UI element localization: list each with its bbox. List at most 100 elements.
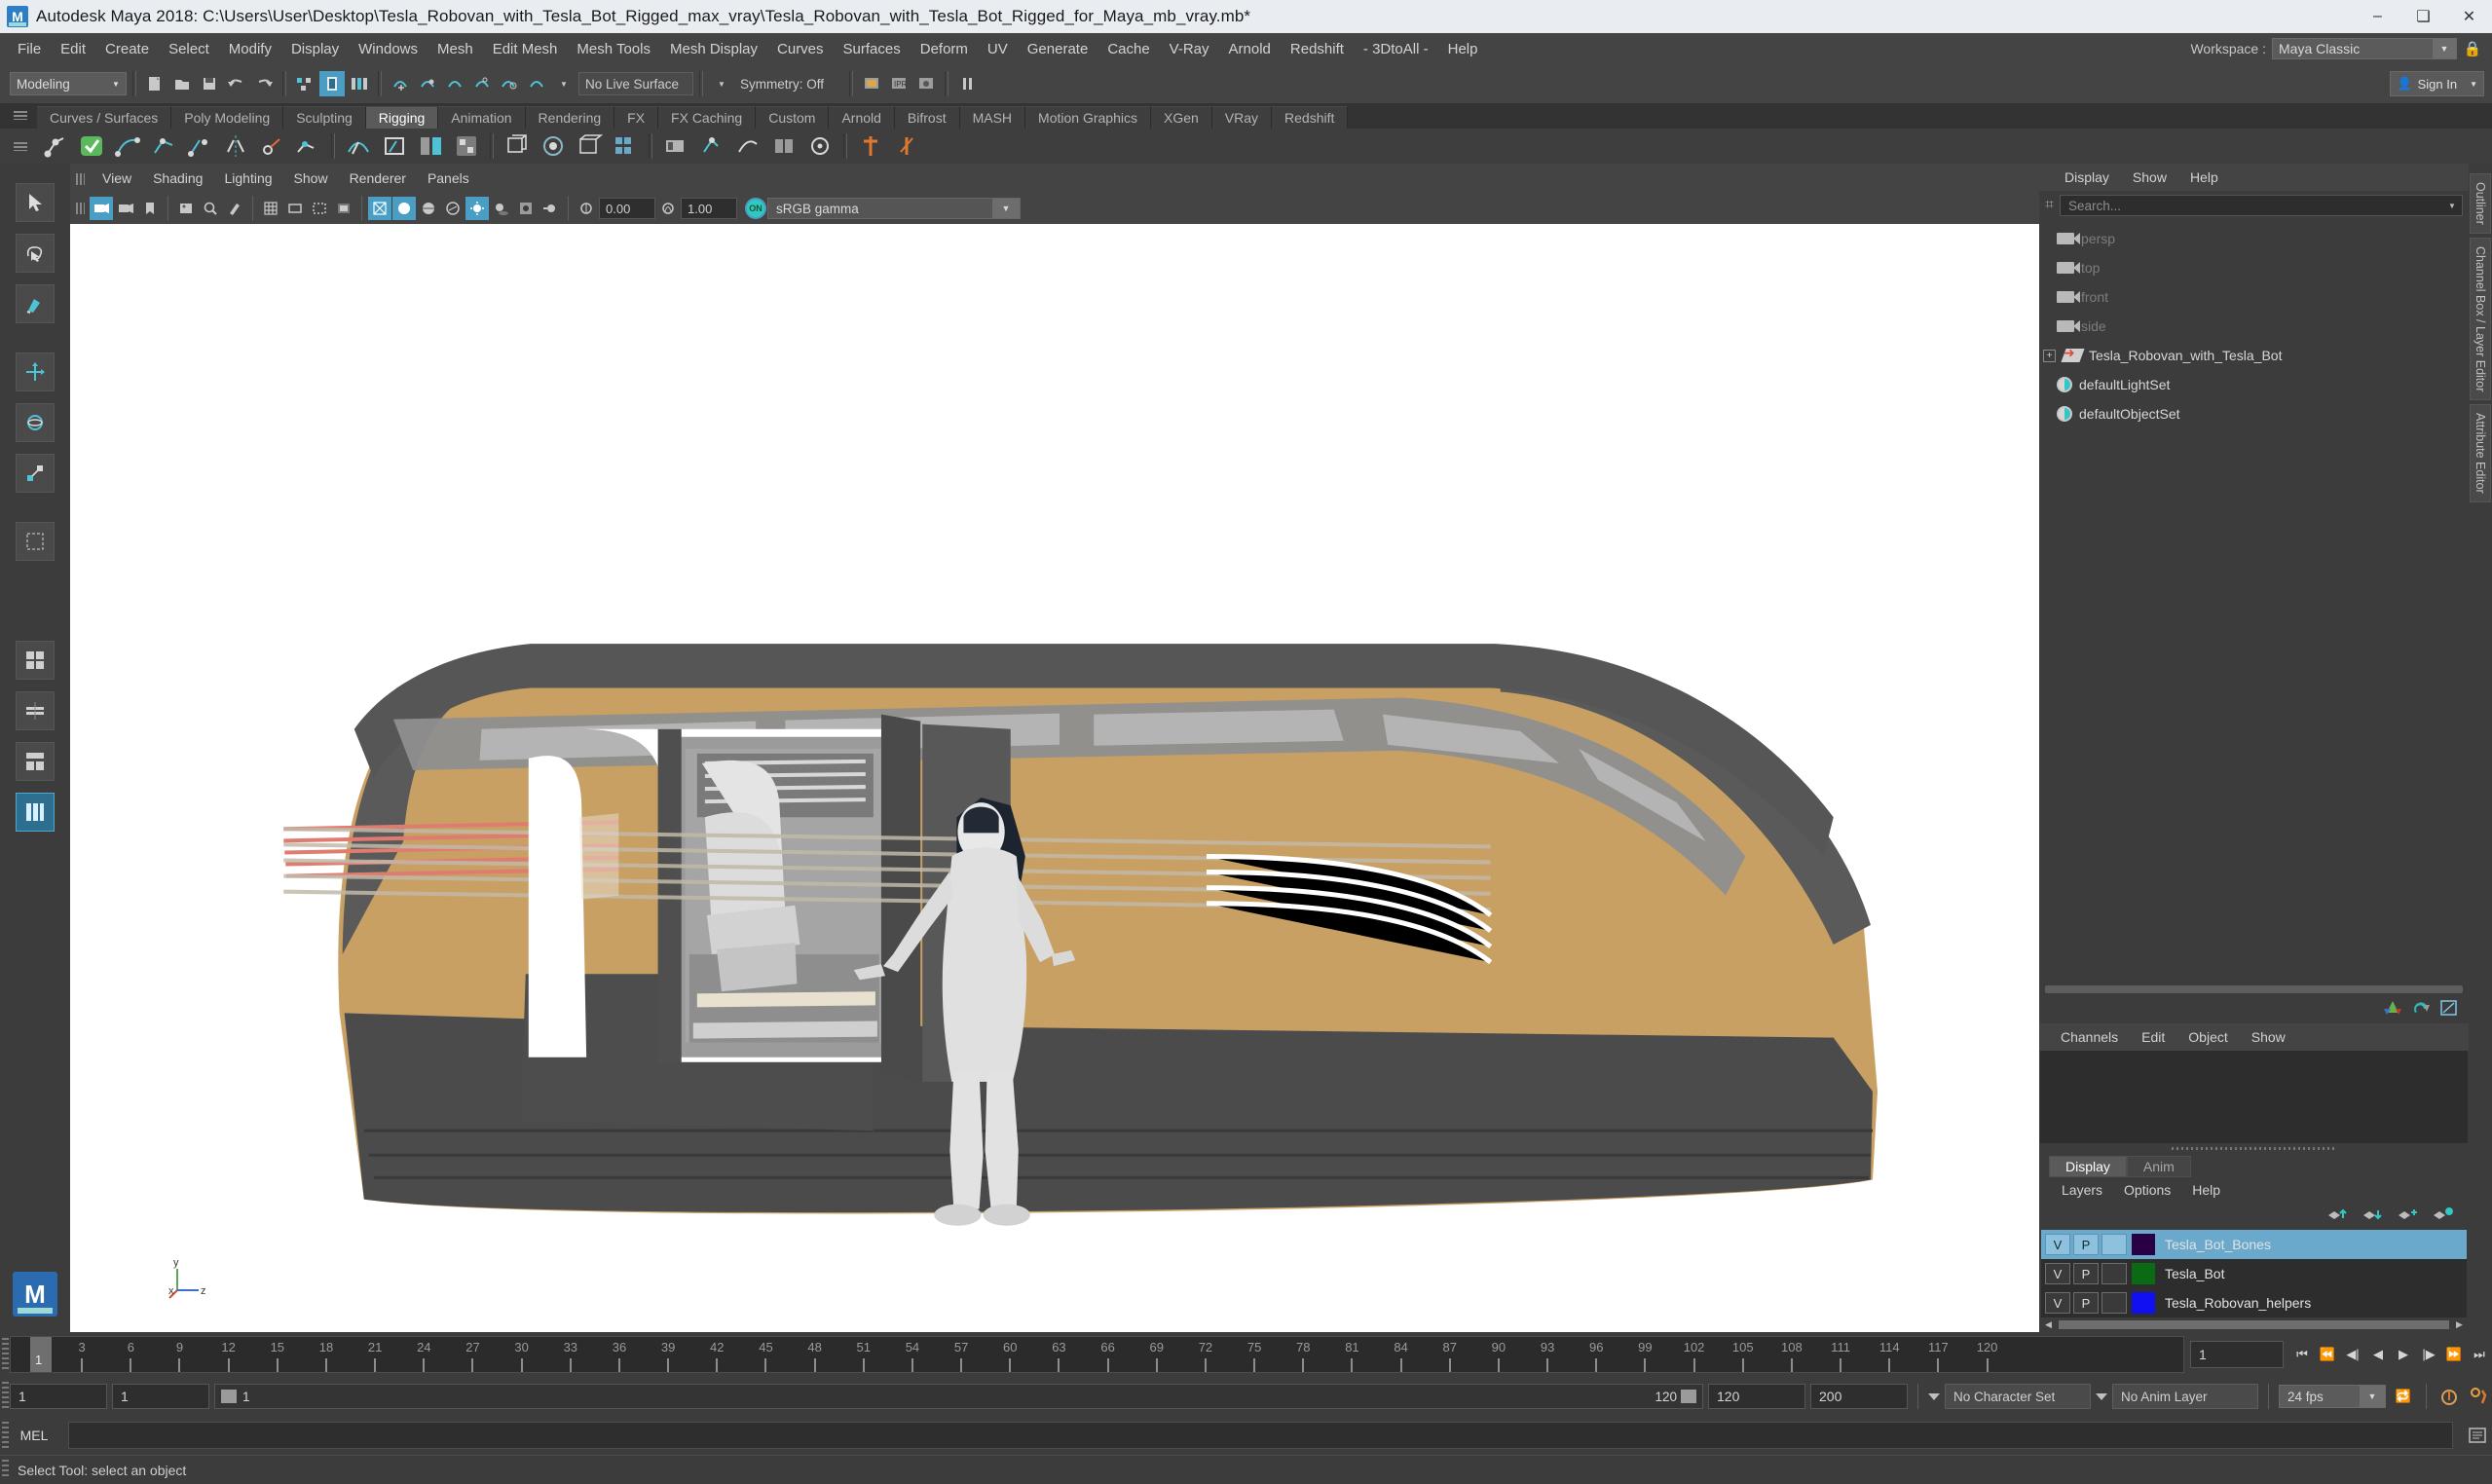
step-back-frame-icon[interactable]: ⏪ [2315,1342,2340,1367]
workspace-select[interactable]: Maya Classic ▼ [2272,38,2457,59]
outliner-horizontal-scrollbar[interactable] [2039,983,2469,996]
shelf-tab-rigging[interactable]: Rigging [365,106,439,129]
wireframe-icon[interactable] [368,197,391,220]
channel-box-icon[interactable] [2439,999,2459,1021]
layer-color-swatch[interactable] [2132,1263,2155,1284]
viewport-menu-show[interactable]: Show [283,167,339,189]
shelf-tab-xgen[interactable]: XGen [1150,106,1212,129]
orient-joint-icon[interactable] [255,130,288,163]
menu-3dtoall[interactable]: - 3DtoAll - [1354,37,1438,61]
use-all-lights-icon[interactable] [465,197,489,220]
layer-menu-help[interactable]: Help [2181,1180,2231,1200]
menu-modify[interactable]: Modify [219,37,281,61]
textured-icon[interactable] [441,197,465,220]
ik-spline-handle-icon[interactable] [111,130,144,163]
create-empty-layer-icon[interactable] [2397,1206,2420,1227]
layer-color-swatch[interactable] [2132,1292,2155,1314]
snap-to-grid-icon[interactable] [388,71,413,96]
scale-constraint-icon[interactable] [803,130,837,163]
select-by-component-icon[interactable] [347,71,372,96]
render-settings-icon[interactable] [913,71,939,96]
help-line-grip-icon[interactable] [2,1460,9,1479]
outliner-item[interactable]: defaultObjectSet [2039,399,2469,428]
menu-curves[interactable]: Curves [767,37,834,61]
outliner-search-icon[interactable]: ⌗ [2045,197,2054,214]
snap-to-view-plane-icon[interactable] [497,71,522,96]
create-layer-from-selected-icon[interactable] [2432,1206,2455,1227]
range-slider[interactable]: 1 120 [214,1384,1703,1409]
select-camera-icon[interactable] [90,197,113,220]
range-slider-grip-icon[interactable] [2,1382,9,1411]
step-forward-frame-icon[interactable]: ⏩ [2441,1342,2467,1367]
channelbox-menu-show[interactable]: Show [2240,1026,2297,1048]
toolbar-grip-icon[interactable] [76,203,85,214]
scale-tool[interactable] [14,448,56,499]
shelf-tab-poly-modeling[interactable]: Poly Modeling [171,106,284,129]
ipr-render-icon[interactable]: IPR [886,71,911,96]
parent-constraint-icon[interactable] [659,130,692,163]
channelbox-menu-channels[interactable]: Channels [2049,1026,2130,1048]
anim-layer-arrow-icon[interactable] [2096,1392,2107,1400]
playback-start-field[interactable]: 1 [112,1384,209,1409]
time-cursor[interactable]: 1 [30,1337,52,1372]
step-forward-key-icon[interactable]: |▶ [2416,1342,2441,1367]
menu-help[interactable]: Help [1438,37,1488,61]
point-constraint-icon[interactable] [695,130,728,163]
anim-layer-field[interactable]: No Anim Layer [2112,1384,2258,1409]
menu-mesh[interactable]: Mesh [428,37,483,61]
layer-playback-toggle[interactable]: P [2073,1292,2099,1314]
shelf-tab-redshift[interactable]: Redshift [1272,106,1349,129]
snap-to-point-icon[interactable] [442,71,467,96]
outliner-menu-help[interactable]: Help [2178,167,2230,188]
viewport-3d[interactable]: y z x [70,224,2039,1332]
four-view-layout[interactable] [14,635,56,686]
shelf-tab-rendering[interactable]: Rendering [525,106,615,129]
layer-row[interactable]: V P Tesla_Robovan_helpers [2041,1288,2467,1317]
paint-skin-weights-icon[interactable] [450,130,483,163]
menuset-dropdown[interactable]: Modeling ▼ [10,72,127,95]
two-d-pan-zoom-icon[interactable] [199,197,222,220]
shelf-tab-mash[interactable]: MASH [959,106,1026,129]
attribute-editor-icon[interactable] [2411,999,2431,1021]
shelf-tab-vray[interactable]: VRay [1211,106,1273,129]
lock-icon[interactable]: 🔒 [2463,38,2482,59]
shelf-tab-arnold[interactable]: Arnold [829,106,895,129]
joint-tool-icon[interactable] [39,130,72,163]
insert-joint-icon[interactable] [183,130,216,163]
connect-joint-icon[interactable] [291,130,324,163]
shelf-tab-animation[interactable]: Animation [438,106,526,129]
tab-attribute-editor[interactable]: Attribute Editor [2470,404,2491,502]
detach-skin-icon[interactable] [414,130,447,163]
character-set-arrow-icon[interactable] [1928,1392,1940,1400]
menu-surfaces[interactable]: Surfaces [834,37,911,61]
orient-constraint-icon[interactable] [767,130,800,163]
set-driven-key-icon[interactable] [890,130,923,163]
persp-outliner-layout[interactable] [14,686,56,736]
menu-cache[interactable]: Cache [1097,37,1159,61]
search-input[interactable]: Search... ▼ [2060,195,2463,216]
shelf-tab-curves-surfaces[interactable]: Curves / Surfaces [37,106,172,129]
expand-icon[interactable]: + [2043,349,2056,362]
play-forwards-icon[interactable]: ▶ [2391,1342,2416,1367]
redo-icon[interactable] [251,71,277,96]
panel-splitter[interactable] [2039,1143,2469,1153]
menu-edit-mesh[interactable]: Edit Mesh [483,37,568,61]
layer-tab-display[interactable]: Display [2049,1156,2127,1177]
snap-to-curve-icon[interactable] [415,71,440,96]
anim-start-field[interactable]: 1 [10,1384,107,1409]
gamma-field[interactable]: 1.00 [681,198,737,219]
outliner-item[interactable]: top [2039,253,2469,282]
layer-visibility-toggle[interactable]: V [2045,1292,2070,1314]
set-key-icon[interactable] [854,130,887,163]
outliner-menu-display[interactable]: Display [2053,167,2121,188]
tab-outliner[interactable]: Outliner [2470,173,2491,234]
camera-attributes-icon[interactable] [114,197,137,220]
viewport-menu-panels[interactable]: Panels [417,167,480,189]
animation-preferences-icon[interactable] [2467,1384,2492,1409]
ik-rp-handle-icon[interactable] [147,130,180,163]
shelf-tab-bifrost[interactable]: Bifrost [894,106,960,129]
character-set-field[interactable]: No Character Set [1945,1384,2091,1409]
layer-row[interactable]: V P Tesla_Bot [2041,1259,2467,1288]
time-slider[interactable]: 1 3 6 9 12 15 18 21 24 27 30 33 36 39 42 45 48 51 54 57 60 6… [10,1336,2184,1373]
persp-graph-layout[interactable] [14,736,56,787]
